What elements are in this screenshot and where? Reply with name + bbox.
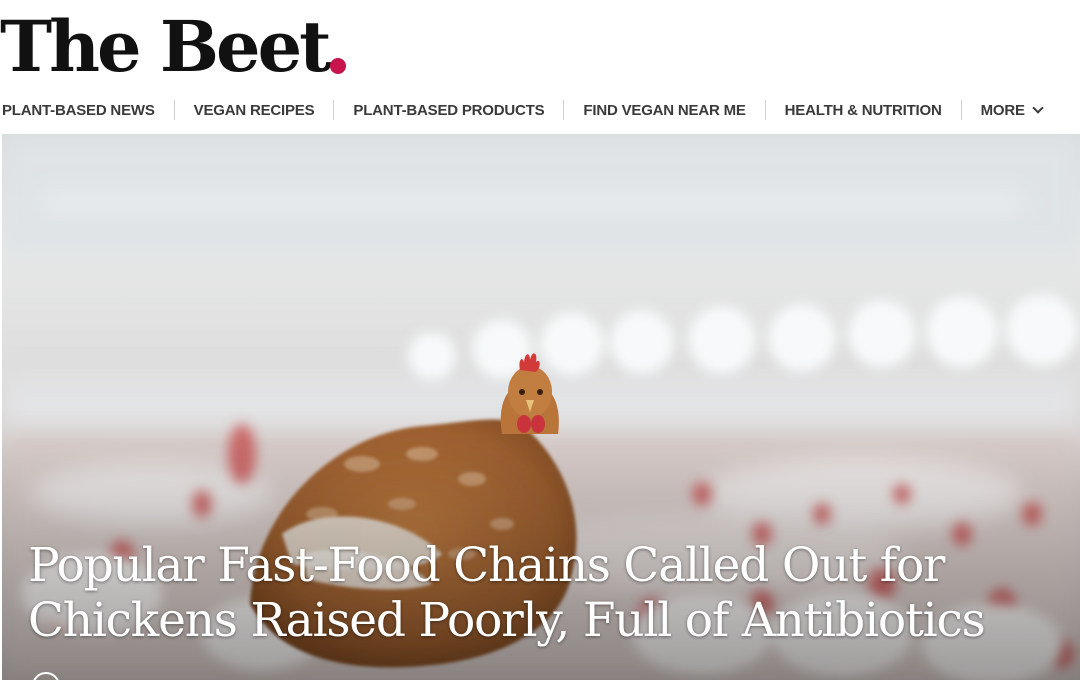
nav-item-vegan-recipes[interactable]: VEGAN RECIPES: [175, 102, 334, 119]
nav-item-find-vegan-near-me[interactable]: FIND VEGAN NEAR ME: [564, 102, 764, 119]
nav-item-plant-based-news[interactable]: PLANT-BASED NEWS: [0, 102, 174, 119]
hero-article[interactable]: Popular Fast-Food Chains Called Out for …: [2, 134, 1080, 680]
logo-dot: [330, 58, 347, 74]
nav-more-button[interactable]: MORE: [962, 102, 1061, 119]
nav-item-health-nutrition[interactable]: HEALTH & NUTRITION: [766, 102, 961, 119]
page: The Beet PLANT-BASED NEWS VEGAN RECIPES …: [0, 0, 1080, 680]
logo-text: The Beet: [0, 5, 331, 88]
main-nav: PLANT-BASED NEWS VEGAN RECIPES PLANT-BAS…: [0, 96, 1061, 124]
nav-more-label: MORE: [980, 101, 1025, 119]
site-logo[interactable]: The Beet: [0, 4, 347, 88]
nav-item-plant-based-products[interactable]: PLANT-BASED PRODUCTS: [334, 102, 563, 119]
hero-headline[interactable]: Popular Fast-Food Chains Called Out for …: [28, 538, 1068, 648]
chevron-down-icon: [1032, 101, 1044, 114]
